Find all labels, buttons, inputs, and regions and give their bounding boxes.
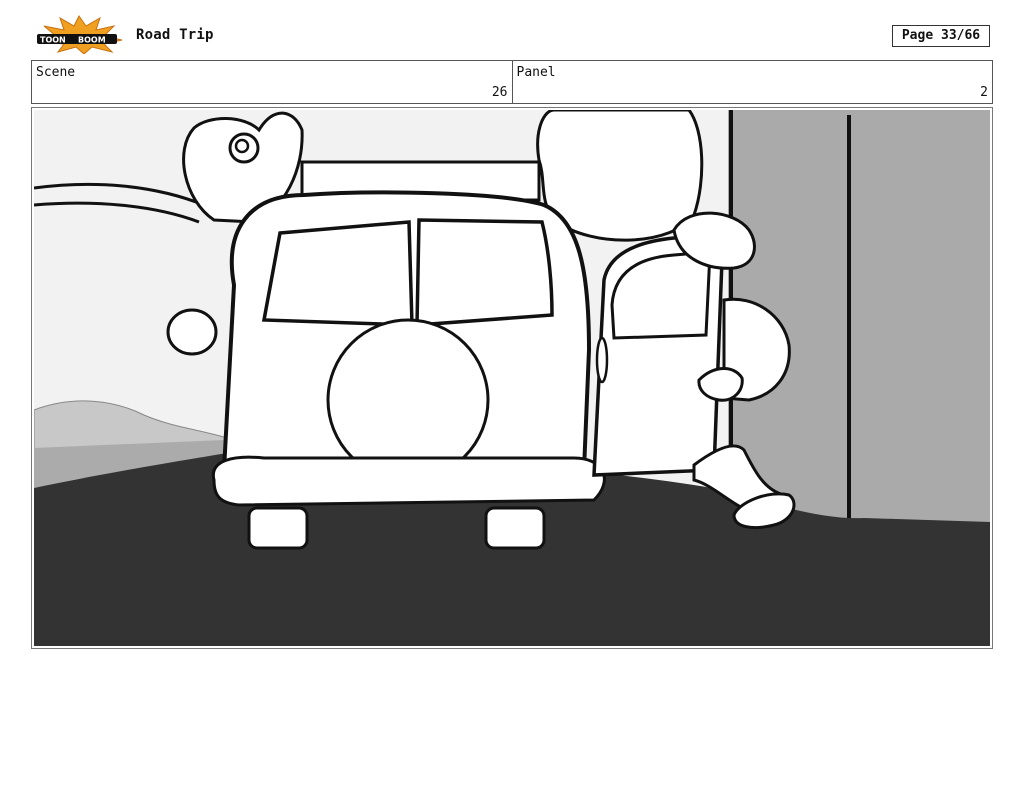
logo-text-boom: BOOM [78,36,106,45]
panel-label: Panel [516,65,556,80]
wheel-left [247,506,309,550]
side-mirror [166,308,218,356]
spare-tire [326,318,490,482]
panel-number: 2 [980,85,988,100]
logo-text-toon: TOON [40,36,66,45]
scene-number: 26 [491,85,508,100]
page-indicator: Page 33/66 [892,25,990,47]
storyboard-panel [31,107,993,649]
scene-label: Scene [36,65,76,80]
storyboard-sketch [34,110,990,646]
van-window-right [415,218,554,327]
panel-cell: Panel 2 [511,61,993,103]
door-handle [595,336,609,384]
van-window-left [261,220,414,327]
character-hand [697,367,744,402]
project-title: Road Trip [136,27,214,43]
scene-panel-info: Scene 26 Panel 2 [31,60,993,104]
wheel-right [484,506,546,550]
van-bumper [211,455,606,507]
toon-boom-logo: TOON BOOM [37,15,123,54]
scene-cell: Scene 26 [32,61,512,103]
